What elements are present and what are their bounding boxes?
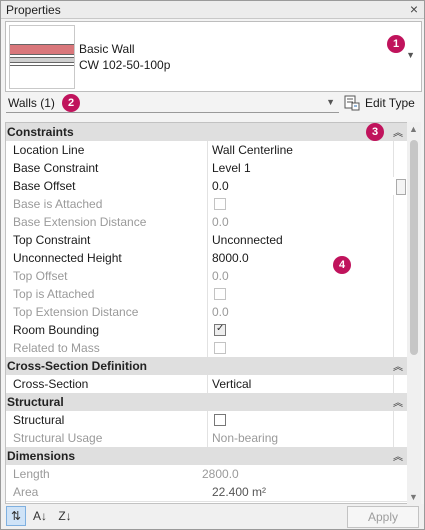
property-value: 0.0 [212, 305, 229, 319]
property-value[interactable]: Wall Centerline [212, 143, 293, 157]
property-row: Related to Mass [6, 339, 408, 358]
apply-button[interactable]: Apply [347, 506, 419, 528]
collapse-icon[interactable]: ︽ [393, 124, 403, 139]
property-row[interactable]: Top Constraint Unconnected [6, 231, 408, 250]
property-row: Area 22.400 m² [6, 483, 408, 502]
edit-type-label: Edit Type [365, 96, 415, 110]
group-label: Dimensions [7, 449, 76, 463]
callout-badge-2: 2 [62, 94, 80, 112]
property-grid: Constraints ︽ 3 Location Line Wall Cente… [5, 122, 409, 504]
close-icon[interactable]: × [410, 1, 418, 17]
property-name: Top is Attached [13, 287, 95, 301]
checkbox[interactable]: ✓ [214, 323, 226, 336]
property-row[interactable]: Structural [6, 411, 408, 430]
scroll-down-icon[interactable]: ▼ [409, 492, 418, 502]
vertical-scrollbar[interactable]: ▲ ▼ [407, 122, 421, 504]
property-row[interactable]: Base Offset 0.0 [6, 177, 408, 196]
property-value: 2800.0 [202, 467, 239, 481]
property-value: 0.0 [212, 215, 229, 229]
sort-ascending-icon[interactable]: A↓ [30, 506, 50, 526]
checkbox[interactable] [214, 414, 226, 426]
property-name: Structural [13, 413, 65, 427]
group-cross-section-definition[interactable]: Cross-Section Definition ︽ [6, 357, 408, 376]
property-name: Room Bounding [13, 323, 100, 337]
property-row: Structural Usage Non-bearing [6, 429, 408, 448]
sort-descending-icon[interactable]: Z↓ [55, 506, 75, 526]
type-selector[interactable]: Basic Wall CW 102-50-100p 1 ▼ [5, 21, 422, 92]
group-label: Structural [7, 395, 64, 409]
property-name: Area [13, 485, 39, 499]
property-value: 22.400 m² [212, 485, 267, 499]
property-row: Length 2800.0 [6, 465, 408, 484]
property-name: Related to Mass [13, 341, 100, 355]
group-label: Cross-Section Definition [7, 359, 148, 373]
property-name: Location Line [13, 143, 85, 157]
scroll-up-icon[interactable]: ▲ [409, 124, 418, 134]
property-row: Top Extension Distance 0.0 [6, 303, 408, 322]
property-name: Top Extension Distance [13, 305, 139, 319]
property-name: Structural Usage [13, 431, 103, 445]
categorized-sort-icon[interactable]: ⇅ [6, 506, 26, 526]
instance-filter-value: Walls (1) [8, 96, 55, 110]
property-name: Base Offset [13, 179, 76, 193]
property-value[interactable]: Level 1 [212, 161, 251, 175]
property-value[interactable]: Vertical [212, 377, 251, 391]
collapse-icon[interactable]: ︽ [393, 358, 403, 373]
property-value[interactable]: 0.0 [212, 179, 229, 193]
edit-type-icon [344, 95, 360, 111]
property-name: Unconnected Height [13, 251, 122, 265]
group-dimensions[interactable]: Dimensions ︽ [6, 447, 408, 466]
property-row[interactable]: Base Constraint Level 1 [6, 159, 408, 178]
chevron-down-icon[interactable]: ▼ [326, 97, 335, 107]
property-name: Base Constraint [13, 161, 99, 175]
check-icon: ✓ [216, 323, 225, 334]
property-row[interactable]: Cross-Section Vertical [6, 375, 408, 394]
property-row: Base is Attached [6, 195, 408, 214]
collapse-icon[interactable]: ︽ [393, 448, 403, 463]
value-scroll-handle[interactable] [396, 179, 406, 195]
property-name: Length [13, 467, 50, 481]
callout-badge-1: 1 [387, 35, 405, 53]
chevron-down-icon[interactable]: ▼ [406, 50, 415, 60]
properties-palette: Properties × Basic Wall CW 102-50-100p 1… [0, 0, 425, 530]
callout-badge-4: 4 [333, 256, 351, 274]
palette-title: Properties [6, 3, 61, 17]
scrollbar-thumb[interactable] [410, 140, 418, 355]
property-row: Top is Attached [6, 285, 408, 304]
collapse-icon[interactable]: ︽ [393, 394, 403, 409]
property-value: 0.0 [212, 269, 229, 283]
property-row: Base Extension Distance 0.0 [6, 213, 408, 232]
property-name: Top Offset [13, 269, 68, 283]
property-row[interactable]: Location Line Wall Centerline [6, 141, 408, 160]
property-row[interactable]: Room Bounding ✓ [6, 321, 408, 340]
property-value[interactable]: Unconnected [212, 233, 283, 247]
title-bar: Properties × [1, 1, 424, 19]
palette-toolbar: ⇅ A↓ Z↓ Apply [1, 504, 424, 529]
property-name: Top Constraint [13, 233, 91, 247]
wall-type-preview-icon [9, 25, 75, 89]
type-name: CW 102-50-100p [79, 58, 171, 72]
property-name: Base Extension Distance [13, 215, 147, 229]
group-label: Constraints [7, 125, 74, 139]
callout-badge-3: 3 [366, 123, 384, 141]
group-constraints[interactable]: Constraints ︽ [6, 123, 408, 142]
group-structural[interactable]: Structural ︽ [6, 393, 408, 412]
instance-filter-dropdown[interactable]: Walls (1) ▼ [6, 94, 339, 113]
instance-filter-row: Walls (1) ▼ 2 Edit Type [1, 94, 424, 114]
checkbox [214, 198, 226, 210]
property-name: Cross-Section [13, 377, 89, 391]
property-name: Base is Attached [13, 197, 103, 211]
type-family-name: Basic Wall [79, 42, 135, 56]
property-value[interactable]: 8000.0 [212, 251, 249, 265]
checkbox [214, 288, 226, 300]
property-value: Non-bearing [212, 431, 279, 445]
checkbox [214, 342, 226, 354]
